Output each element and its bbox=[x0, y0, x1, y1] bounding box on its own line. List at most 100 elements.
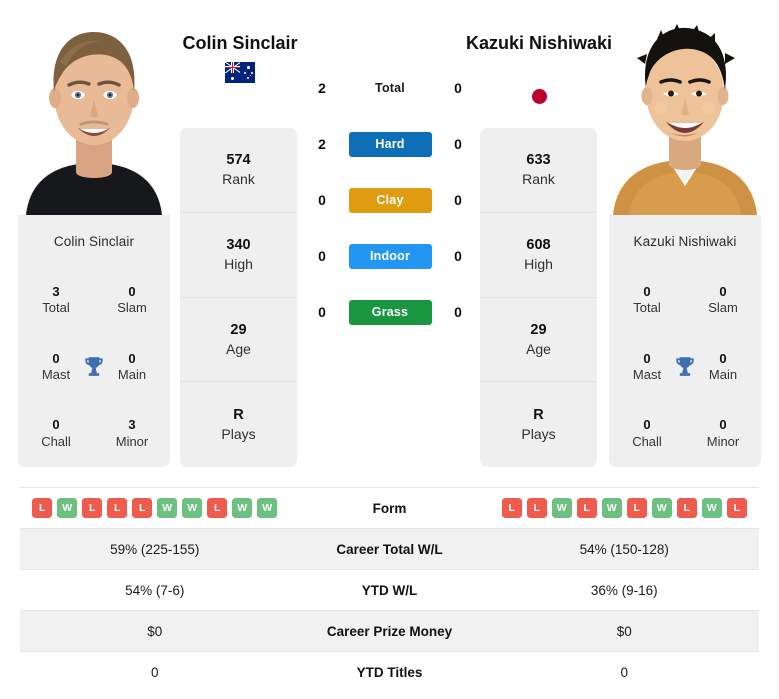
row-label-ytd-titles: YTD Titles bbox=[356, 664, 423, 680]
player-photo-left bbox=[18, 0, 170, 215]
title-stat-value: 0 bbox=[719, 284, 727, 300]
player-photo-caption-left: Colin Sinclair bbox=[18, 215, 170, 267]
h2h-row-clay: 0 Clay 0 bbox=[300, 172, 480, 228]
row-value-left: 54% (7-6) bbox=[125, 582, 185, 598]
japan-flag-icon bbox=[531, 89, 547, 105]
h2h-row-hard: 2 Hard 0 bbox=[300, 116, 480, 172]
stat-label: Plays bbox=[221, 425, 256, 442]
comparison-header: Colin Sinclair 3 Total 0 Slam 0 Mast 0 M… bbox=[0, 0, 779, 475]
title-stat-label: Total bbox=[633, 300, 661, 316]
player-portrait-left-image bbox=[18, 0, 170, 215]
h2h-left-score: 2 bbox=[318, 136, 326, 152]
title-stat-label: Chall bbox=[632, 433, 662, 449]
title-stat-slam-right: 0 Slam bbox=[685, 284, 761, 317]
trophy-icon bbox=[85, 357, 103, 376]
title-stat-total-right: 0 Total bbox=[609, 284, 685, 317]
title-stat-value: 0 bbox=[643, 284, 651, 300]
form-badge-loss[interactable]: L bbox=[576, 498, 597, 518]
stat-rank-right: 633 Rank bbox=[480, 128, 597, 213]
stat-label: Rank bbox=[222, 171, 255, 188]
form-badge-win[interactable]: W bbox=[701, 498, 722, 518]
ranking-stats-left: 574 Rank 340 High 29 Age R Plays bbox=[180, 128, 297, 467]
form-badge-win[interactable]: W bbox=[182, 498, 203, 518]
row-label-form: Form bbox=[372, 500, 407, 516]
row-value-right: $0 bbox=[616, 623, 632, 639]
player-photo-caption-right: Kazuki Nishiwaki bbox=[609, 215, 761, 267]
title-stat-value: 3 bbox=[128, 417, 136, 433]
form-badge-loss[interactable]: L bbox=[132, 498, 153, 518]
title-stat-label: Slam bbox=[117, 300, 147, 316]
comparison-table: LWLLLWWLWW Form LLWLWLWLWL 59% (225-155)… bbox=[20, 487, 759, 692]
form-badge-loss[interactable]: L bbox=[726, 498, 747, 518]
stat-label: Plays bbox=[521, 425, 556, 442]
title-stat-minor-left: 3 Minor bbox=[94, 417, 170, 450]
trophy-icon bbox=[676, 357, 694, 376]
stat-label: Age bbox=[526, 340, 551, 357]
stat-value: 340 bbox=[226, 237, 251, 254]
title-stat-label: Chall bbox=[41, 433, 71, 449]
title-stat-label: Minor bbox=[115, 433, 149, 449]
form-badge-win[interactable]: W bbox=[601, 498, 622, 518]
row-label-ytd-wl: YTD W/L bbox=[361, 582, 418, 598]
h2h-surface-hard[interactable]: Hard bbox=[348, 131, 432, 157]
form-badge-win[interactable]: W bbox=[157, 498, 178, 518]
table-row-career-prize-money: $0 Career Prize Money $0 bbox=[20, 610, 759, 651]
title-stat-value: 0 bbox=[128, 284, 136, 300]
row-value-right: 54% (150-128) bbox=[579, 541, 669, 557]
form-badge-win[interactable]: W bbox=[551, 498, 572, 518]
h2h-left-score: 0 bbox=[318, 192, 326, 208]
form-strip-left: LWLLLWWLWW bbox=[20, 498, 290, 518]
h2h-row-indoor: 0 Indoor 0 bbox=[300, 228, 480, 284]
form-badge-loss[interactable]: L bbox=[526, 498, 547, 518]
form-badge-loss[interactable]: L bbox=[82, 498, 103, 518]
stat-value: R bbox=[233, 407, 244, 424]
stat-high-right: 608 High bbox=[480, 213, 597, 298]
h2h-surface-clay[interactable]: Clay bbox=[348, 187, 432, 213]
h2h-surface-total[interactable]: Total bbox=[349, 76, 432, 101]
h2h-row-total: 2 Total 0 bbox=[300, 60, 480, 116]
form-badge-loss[interactable]: L bbox=[32, 498, 53, 518]
h2h-left-score: 2 bbox=[318, 80, 326, 96]
form-badge-win[interactable]: W bbox=[651, 498, 672, 518]
h2h-surface-indoor[interactable]: Indoor bbox=[348, 243, 432, 269]
ranking-stats-right: 633 Rank 608 High 29 Age R Plays bbox=[480, 128, 597, 467]
h2h-row-grass: 0 Grass 0 bbox=[300, 284, 480, 340]
title-stat-slam-left: 0 Slam bbox=[94, 284, 170, 317]
form-badge-win[interactable]: W bbox=[232, 498, 253, 518]
titles-box-right: 0 Total 0 Slam 0 Mast 0 Main 0 Chall 0 M… bbox=[609, 267, 761, 467]
head-to-head-column: 2 Total 0 2 Hard 0 0 Clay 0 0 Indoor 0 0 bbox=[300, 60, 480, 340]
player-card-left[interactable]: Colin Sinclair 3 Total 0 Slam 0 Mast 0 M… bbox=[18, 0, 170, 467]
form-badge-win[interactable]: W bbox=[257, 498, 278, 518]
australia-flag-icon bbox=[225, 62, 255, 83]
h2h-right-score: 0 bbox=[454, 136, 462, 152]
player-flag-left-slot bbox=[160, 62, 320, 83]
h2h-right-score: 0 bbox=[454, 80, 462, 96]
stat-value: 574 bbox=[226, 152, 251, 169]
player-comparison-page: Colin Sinclair 3 Total 0 Slam 0 Mast 0 M… bbox=[0, 0, 779, 699]
table-row-form: LWLLLWWLWW Form LLWLWLWLWL bbox=[20, 487, 759, 528]
stat-age-left: 29 Age bbox=[180, 298, 297, 383]
form-badge-win[interactable]: W bbox=[57, 498, 78, 518]
form-badge-loss[interactable]: L bbox=[676, 498, 697, 518]
form-badge-loss[interactable]: L bbox=[107, 498, 128, 518]
form-badge-loss[interactable]: L bbox=[626, 498, 647, 518]
row-label-career-total-wl: Career Total W/L bbox=[336, 541, 443, 557]
player-card-right[interactable]: Kazuki Nishiwaki 0 Total 0 Slam 0 Mast 0… bbox=[609, 0, 761, 467]
title-stat-label: Minor bbox=[706, 433, 740, 449]
title-stat-value: 3 bbox=[52, 284, 60, 300]
stat-plays-right: R Plays bbox=[480, 382, 597, 467]
form-badge-loss[interactable]: L bbox=[501, 498, 522, 518]
row-value-left: 0 bbox=[150, 664, 159, 680]
table-row-career-total-wl: 59% (225-155) Career Total W/L 54% (150-… bbox=[20, 528, 759, 569]
player-name-right[interactable]: Kazuki Nishiwaki bbox=[459, 33, 619, 54]
form-badge-loss[interactable]: L bbox=[207, 498, 228, 518]
stat-plays-left: R Plays bbox=[180, 382, 297, 467]
player-name-left[interactable]: Colin Sinclair bbox=[160, 33, 320, 54]
h2h-surface-grass[interactable]: Grass bbox=[348, 299, 432, 325]
table-row-ytd-titles: 0 YTD Titles 0 bbox=[20, 651, 759, 692]
h2h-left-score: 0 bbox=[318, 248, 326, 264]
stat-label: High bbox=[224, 255, 253, 272]
title-stat-minor-right: 0 Minor bbox=[685, 417, 761, 450]
table-row-ytd-wl: 54% (7-6) YTD W/L 36% (9-16) bbox=[20, 569, 759, 610]
titles-box-left: 3 Total 0 Slam 0 Mast 0 Main 0 Chall 3 M… bbox=[18, 267, 170, 467]
